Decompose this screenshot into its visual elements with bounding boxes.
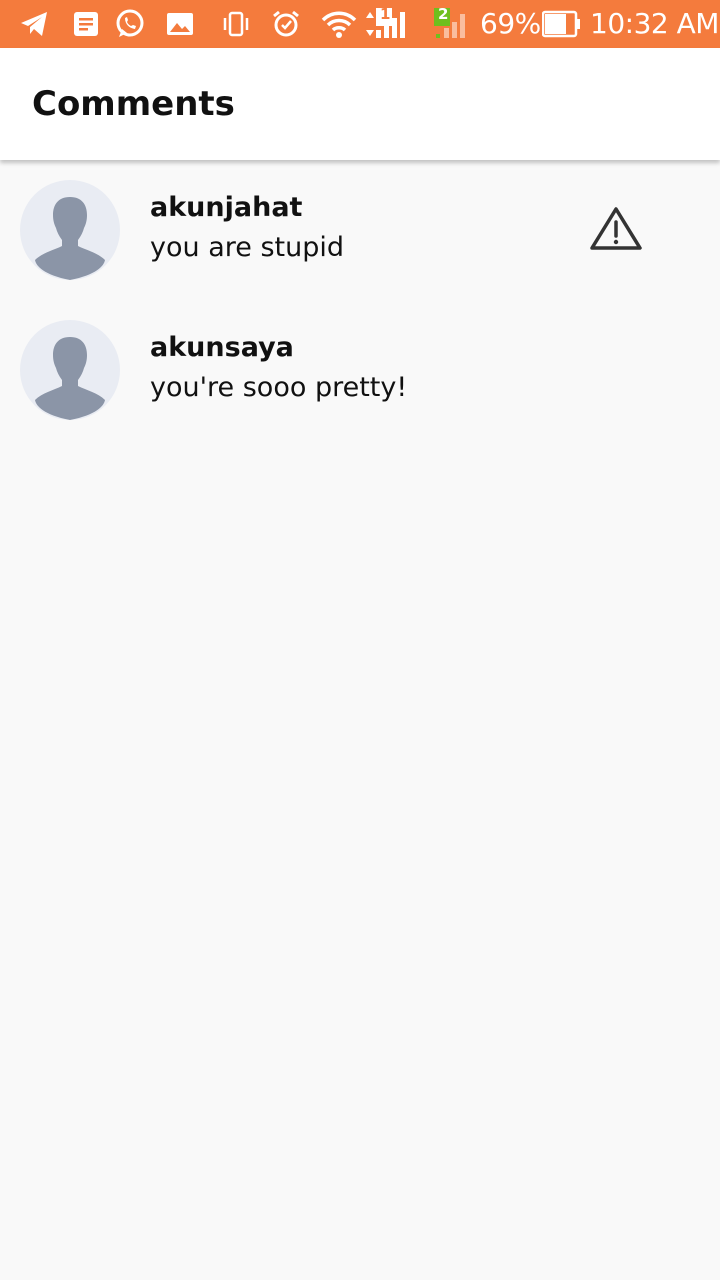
page-title: Comments: [32, 84, 235, 124]
avatar[interactable]: [20, 320, 120, 420]
comment-list: akunjahat you are stupid akunsaya you're…: [0, 160, 720, 440]
alarm-icon: [270, 8, 302, 40]
signal-icon: 2: [430, 5, 472, 40]
vibrate-icon: [220, 8, 252, 40]
sim1-badge: 1: [380, 5, 391, 23]
user-silhouette-icon: [35, 197, 105, 280]
report-button[interactable]: [588, 204, 644, 254]
avatar[interactable]: [20, 180, 120, 280]
sim2-badge: 2: [438, 5, 449, 23]
battery-icon: [542, 8, 582, 40]
app-bar: Comments: [0, 48, 720, 160]
comment-username[interactable]: akunsaya: [150, 332, 294, 363]
status-bar: 1 2 69% 10:32 AM: [0, 0, 720, 48]
wifi-icon: [320, 8, 358, 40]
warning-icon: [590, 207, 642, 250]
whatsapp-icon: [114, 8, 146, 40]
comment-text: you are stupid: [150, 232, 344, 263]
comment-username[interactable]: akunjahat: [150, 192, 302, 223]
telegram-icon: [18, 8, 50, 40]
comment-text: you're sooo pretty!: [150, 372, 408, 403]
battery-percent: 69%: [480, 7, 541, 40]
status-time: 10:32 AM: [590, 7, 719, 40]
comment-item[interactable]: akunsaya you're sooo pretty!: [0, 300, 720, 440]
user-silhouette-icon: [35, 337, 105, 420]
comment-item[interactable]: akunjahat you are stupid: [0, 160, 720, 300]
signal-icon: 1: [362, 5, 418, 40]
news-icon: [70, 8, 102, 40]
gallery-icon: [164, 8, 196, 40]
